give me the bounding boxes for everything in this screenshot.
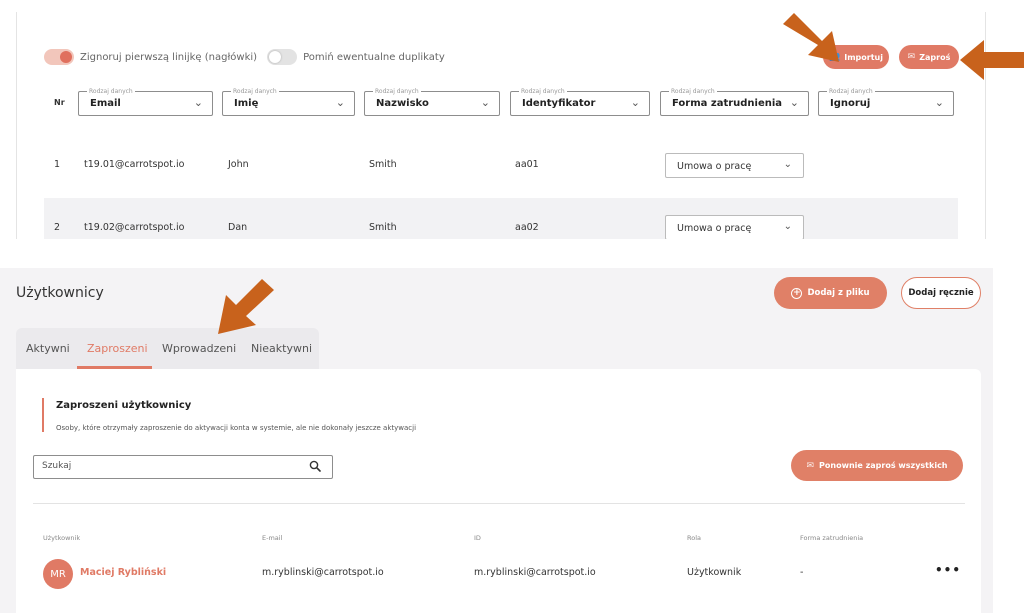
employment-select-value: Umowa o pracę (677, 223, 752, 234)
arrow-icon (218, 279, 274, 334)
tab-invited[interactable]: Zaproszeni (87, 342, 148, 355)
employment-select[interactable]: Umowa o pracę ⌄ (665, 153, 804, 178)
mail-icon: ✉ (806, 460, 815, 471)
column-type-select-ignore[interactable]: Rodzaj danych Ignoruj ⌄ (818, 87, 954, 116)
search-input[interactable] (42, 461, 292, 471)
add-from-file-label: Dodaj z pliku (807, 288, 870, 298)
add-manually-button[interactable]: Dodaj ręcznie (901, 277, 981, 309)
row-first-name: Dan (228, 222, 248, 233)
row-last-name: Smith (369, 159, 397, 170)
field-legend: Rodzaj danych (231, 87, 279, 96)
chevron-down-icon: ⌄ (789, 96, 799, 109)
reinvite-all-button[interactable]: ✉ Ponownie zaproś wszystkich (791, 450, 963, 481)
column-type-select-identifier[interactable]: Rodzaj danych Identyfikator ⌄ (510, 87, 650, 116)
user-id: m.ryblinski@carrotspot.io (474, 567, 596, 578)
search-icon[interactable] (309, 460, 321, 472)
mail-icon: ✉ (907, 52, 916, 62)
field-legend: Rodzaj danych (827, 87, 875, 96)
reinvite-all-label: Ponownie zaproś wszystkich (819, 461, 948, 470)
chevron-down-icon: ⌄ (630, 96, 640, 109)
row-number: 2 (54, 222, 61, 233)
arrow-icon (960, 40, 1024, 80)
import-row: 2 t19.02@carrotspot.io Dan Smith aa02 Um… (44, 198, 958, 239)
chevron-down-icon: ⌄ (193, 96, 203, 109)
column-type-value: Identyfikator (522, 98, 596, 109)
arrow-icon (783, 13, 839, 62)
users-page: Użytkownicy + Dodaj z pliku Dodaj ręczni… (0, 268, 993, 613)
page-title: Użytkownicy (16, 285, 104, 301)
panel-border-left (16, 12, 17, 239)
tab-inactive[interactable]: Nieaktywni (251, 342, 312, 355)
column-type-value: Nazwisko (376, 98, 429, 109)
column-type-select-employment[interactable]: Rodzaj danych Forma zatrudnienia ⌄ (660, 87, 809, 116)
invite-button[interactable]: ✉ Zaproś (899, 45, 959, 69)
avatar: MR (43, 559, 73, 589)
user-employment: - (800, 567, 804, 578)
chevron-down-icon: ⌄ (783, 159, 792, 170)
add-manually-label: Dodaj ręcznie (908, 288, 974, 298)
field-legend: Rodzaj danych (519, 87, 567, 96)
row-last-name: Smith (369, 222, 397, 233)
column-type-select-first-name[interactable]: Rodzaj danych Imię ⌄ (222, 87, 355, 116)
column-header-role: Rola (687, 534, 701, 542)
chevron-down-icon: ⌄ (934, 96, 944, 109)
section-description: Osoby, które otrzymały zaproszenie do ak… (56, 424, 417, 432)
skip-duplicates-toggle[interactable] (267, 49, 298, 65)
row-email: t19.02@carrotspot.io (84, 222, 185, 233)
user-email: m.ryblinski@carrotspot.io (262, 567, 384, 578)
import-row: 1 t19.01@carrotspot.io John Smith aa01 U… (44, 143, 958, 188)
column-type-select-last-name[interactable]: Rodzaj danych Nazwisko ⌄ (364, 87, 500, 116)
chevron-down-icon: ⌄ (783, 221, 792, 232)
more-icon[interactable]: ••• (935, 563, 961, 577)
row-identifier: aa02 (515, 222, 539, 233)
column-type-select-email[interactable]: Rodzaj danych Email ⌄ (78, 87, 213, 116)
column-header-id: ID (474, 534, 481, 542)
column-header-email: E-mail (262, 534, 283, 542)
column-type-value: Ignoruj (830, 98, 871, 109)
ignore-header-label: Zignoruj pierwszą linijkę (nagłówki) (80, 51, 258, 63)
import-button-label: Importuj (844, 52, 883, 62)
field-legend: Rodzaj danych (373, 87, 421, 96)
field-legend: Rodzaj danych (669, 87, 717, 96)
skip-duplicates-label: Pomiń ewentualne duplikaty (303, 51, 445, 63)
tab-active[interactable]: Aktywni (26, 342, 70, 355)
employment-select-value: Umowa o pracę (677, 161, 752, 172)
user-role: Użytkownik (687, 567, 742, 578)
field-legend: Rodzaj danych (87, 87, 135, 96)
employment-select[interactable]: Umowa o pracę ⌄ (665, 215, 804, 239)
section-accent-bar (42, 398, 44, 432)
chevron-down-icon: ⌄ (335, 96, 345, 109)
column-header-user: Użytkownik (43, 534, 81, 542)
plus-circle-icon: + (791, 287, 803, 299)
section-title: Zaproszeni użytkownicy (56, 400, 192, 411)
user-name-link[interactable]: Maciej Rybliński (80, 567, 166, 578)
search-box (33, 455, 333, 479)
column-header-employment: Forma zatrudnienia (800, 534, 864, 542)
invite-button-label: Zaproś (919, 52, 951, 62)
row-identifier: aa01 (515, 159, 539, 170)
nr-column-header: Nr (54, 98, 65, 107)
column-type-value: Email (90, 98, 121, 109)
row-number: 1 (54, 159, 61, 170)
import-options: Zignoruj pierwszą linijkę (nagłówki) Pom… (44, 48, 455, 66)
divider (33, 503, 965, 504)
tab-entered[interactable]: Wprowadzeni (162, 342, 236, 355)
chevron-down-icon: ⌄ (480, 96, 490, 109)
column-type-value: Forma zatrudnienia (672, 98, 783, 109)
add-from-file-button[interactable]: + Dodaj z pliku (774, 277, 887, 309)
row-email: t19.01@carrotspot.io (84, 159, 185, 170)
row-first-name: John (228, 159, 249, 170)
ignore-header-toggle[interactable] (44, 49, 74, 65)
column-type-value: Imię (234, 98, 259, 109)
invited-users-card: Zaproszeni użytkownicy Osoby, które otrz… (16, 369, 981, 613)
